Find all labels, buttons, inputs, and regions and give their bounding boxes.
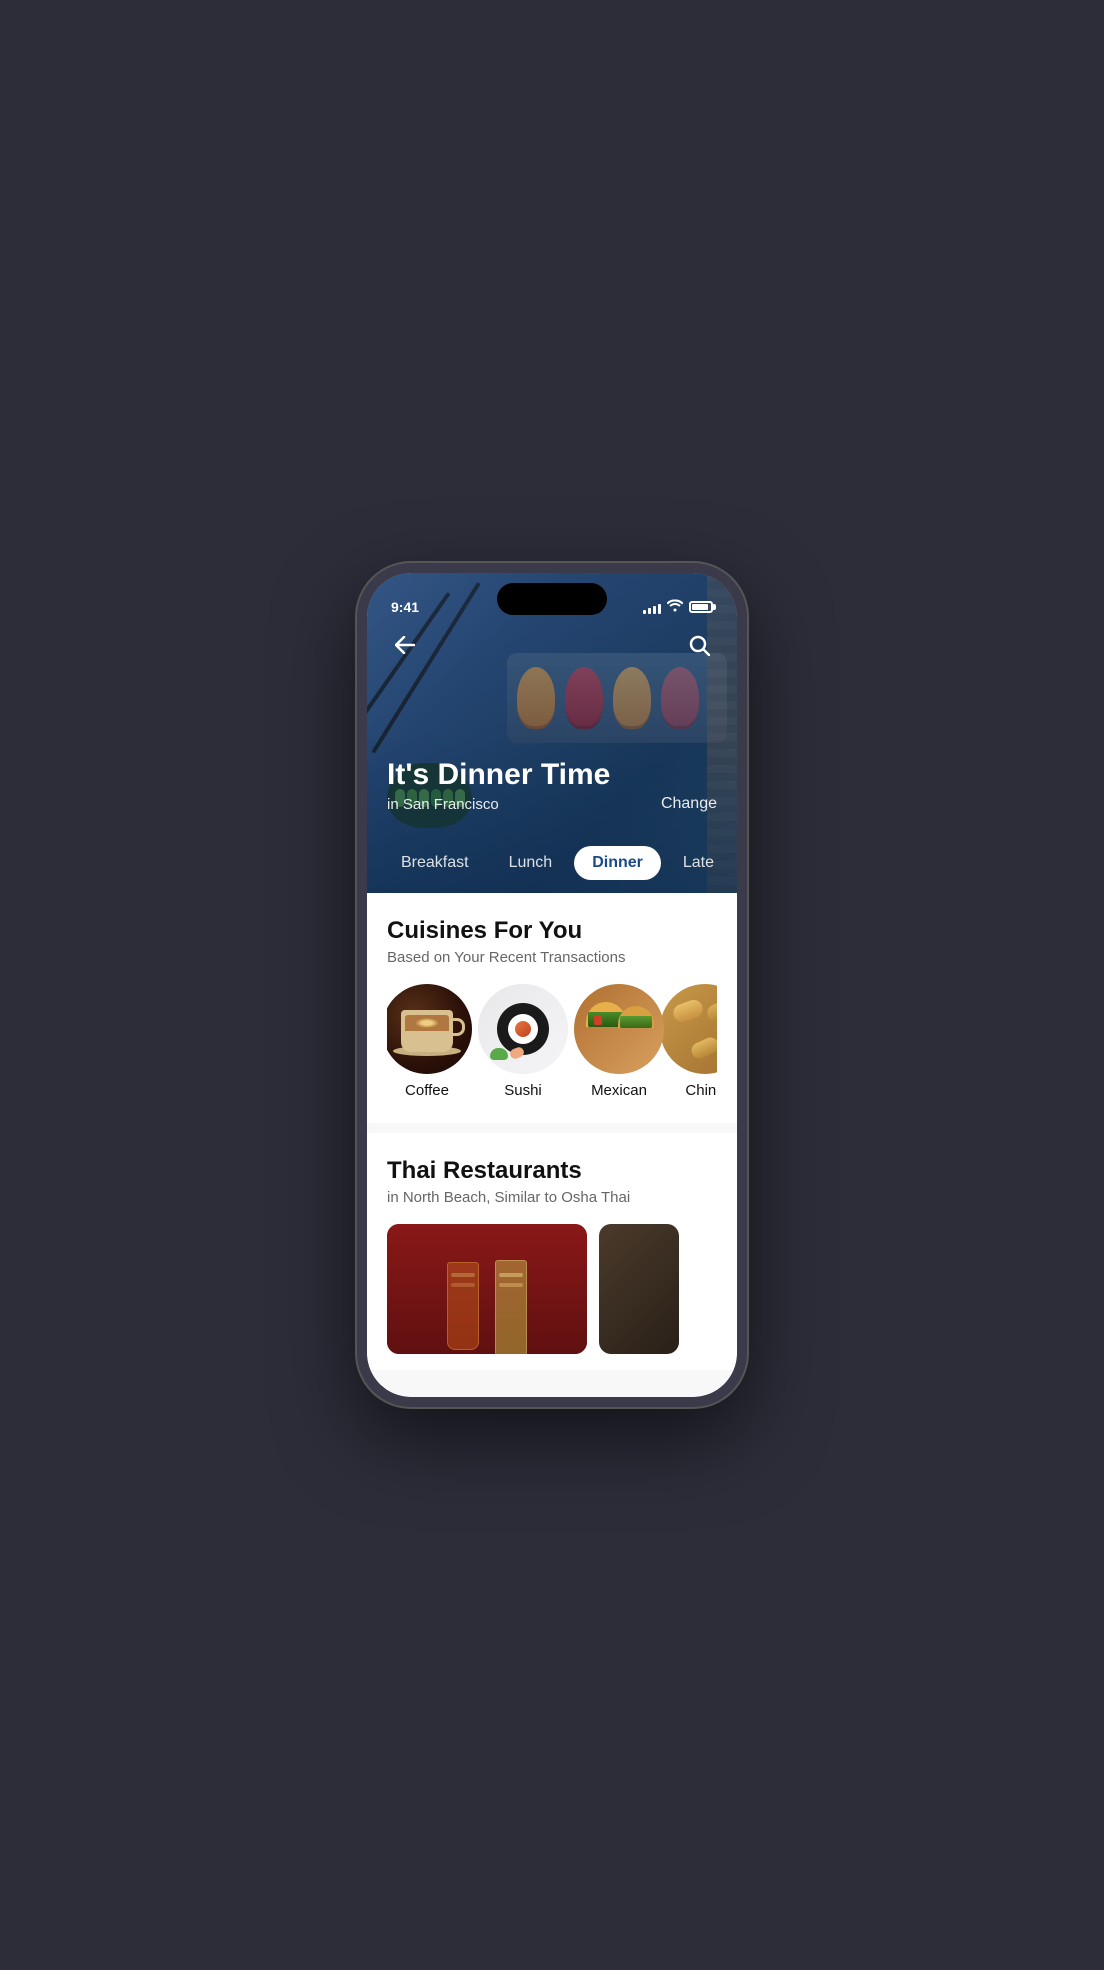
meal-tabs: Breakfast Lunch Dinner Late [367, 833, 737, 893]
hero-location-row: in San Francisco Change [387, 795, 717, 813]
battery-icon [689, 601, 713, 613]
change-location-button[interactable]: Change [661, 795, 717, 813]
cuisine-circle-chinese [660, 984, 717, 1074]
hero-title: It's Dinner Time [387, 758, 717, 791]
cuisine-item-sushi[interactable]: Sushi [483, 984, 563, 1099]
restaurant-card-2[interactable] [599, 1224, 679, 1354]
phone-frame: 9:41 [357, 563, 747, 1407]
thai-title: Thai Restaurants [387, 1157, 717, 1185]
search-button[interactable] [681, 627, 717, 663]
cuisine-label-sushi: Sushi [504, 1082, 542, 1099]
status-icons [643, 598, 713, 615]
tab-late[interactable]: Late [665, 846, 732, 880]
thai-subtitle: in North Beach, Similar to Osha Thai [387, 1189, 717, 1206]
tab-lunch[interactable]: Lunch [491, 846, 571, 880]
tab-breakfast[interactable]: Breakfast [383, 846, 487, 880]
cuisine-label-chinese: Chine [685, 1082, 717, 1099]
restaurant-cards [387, 1224, 717, 1354]
cuisines-subtitle: Based on Your Recent Transactions [387, 949, 717, 966]
thai-section: Thai Restaurants in North Beach, Similar… [367, 1133, 737, 1370]
restaurant-card-image-2 [599, 1224, 679, 1354]
wifi-icon [667, 598, 683, 615]
hero-text-block: It's Dinner Time in San Francisco Change [387, 758, 717, 813]
cuisine-label-mexican: Mexican [591, 1082, 647, 1099]
dynamic-island [497, 583, 607, 615]
nav-bar [367, 623, 737, 667]
cuisine-circle-mexican [574, 984, 664, 1074]
cuisine-circle-sushi [478, 984, 568, 1074]
cuisine-row: Coffee [387, 984, 717, 1107]
power-button[interactable] [745, 753, 747, 823]
volume-up-button[interactable] [357, 723, 359, 759]
cuisines-title: Cuisines For You [387, 917, 717, 945]
restaurant-card-1[interactable] [387, 1224, 587, 1354]
volume-down-button[interactable] [357, 773, 359, 809]
cuisine-item-mexican[interactable]: Mexican [579, 984, 659, 1099]
cuisine-item-chinese[interactable]: Chine [675, 984, 717, 1099]
cuisine-circle-coffee [387, 984, 472, 1074]
cuisines-section: Cuisines For You Based on Your Recent Tr… [367, 893, 737, 1123]
restaurant-card-image-1 [387, 1224, 587, 1354]
content-area: Cuisines For You Based on Your Recent Tr… [367, 893, 737, 1397]
cuisine-item-coffee[interactable]: Coffee [387, 984, 467, 1099]
tab-dinner[interactable]: Dinner [574, 846, 661, 880]
back-button[interactable] [387, 627, 423, 663]
signal-icon [643, 600, 661, 614]
cuisine-label-coffee: Coffee [405, 1082, 449, 1099]
phone-screen: 9:41 [367, 573, 737, 1397]
hero-location: in San Francisco [387, 796, 499, 813]
